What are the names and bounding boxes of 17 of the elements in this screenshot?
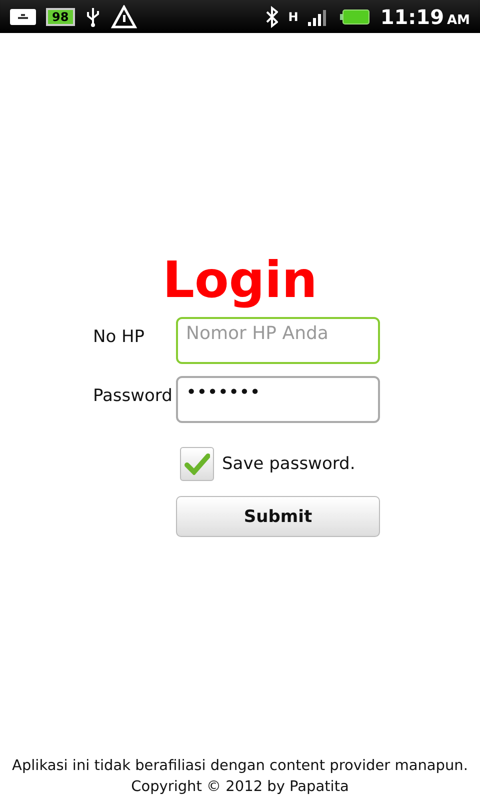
warning-icon bbox=[110, 4, 137, 28]
field-label: Password bbox=[93, 385, 174, 406]
field-label: No HP bbox=[93, 326, 146, 347]
footer-text: Copyright © 2012 by Papatita bbox=[131, 778, 349, 797]
submit-button[interactable]: Submit bbox=[176, 496, 380, 537]
input-field[interactable]: Nomor HP Anda bbox=[176, 317, 380, 364]
network-type: H bbox=[288, 10, 298, 24]
checkbox[interactable] bbox=[180, 447, 214, 481]
bluetooth-icon bbox=[266, 6, 278, 28]
usb-icon bbox=[84, 6, 101, 28]
clock: 11:19 AM bbox=[380, 4, 470, 28]
login-title: Login bbox=[162, 251, 318, 309]
input-field[interactable]: ••••••• bbox=[176, 376, 380, 423]
battery-badge: 98 bbox=[46, 8, 75, 26]
checkbox-label: Save password. bbox=[222, 454, 356, 474]
footer-text: Aplikasi ini tidak berafiliasi dengan content provider manapun. bbox=[12, 757, 468, 776]
battery-icon bbox=[340, 8, 370, 24]
